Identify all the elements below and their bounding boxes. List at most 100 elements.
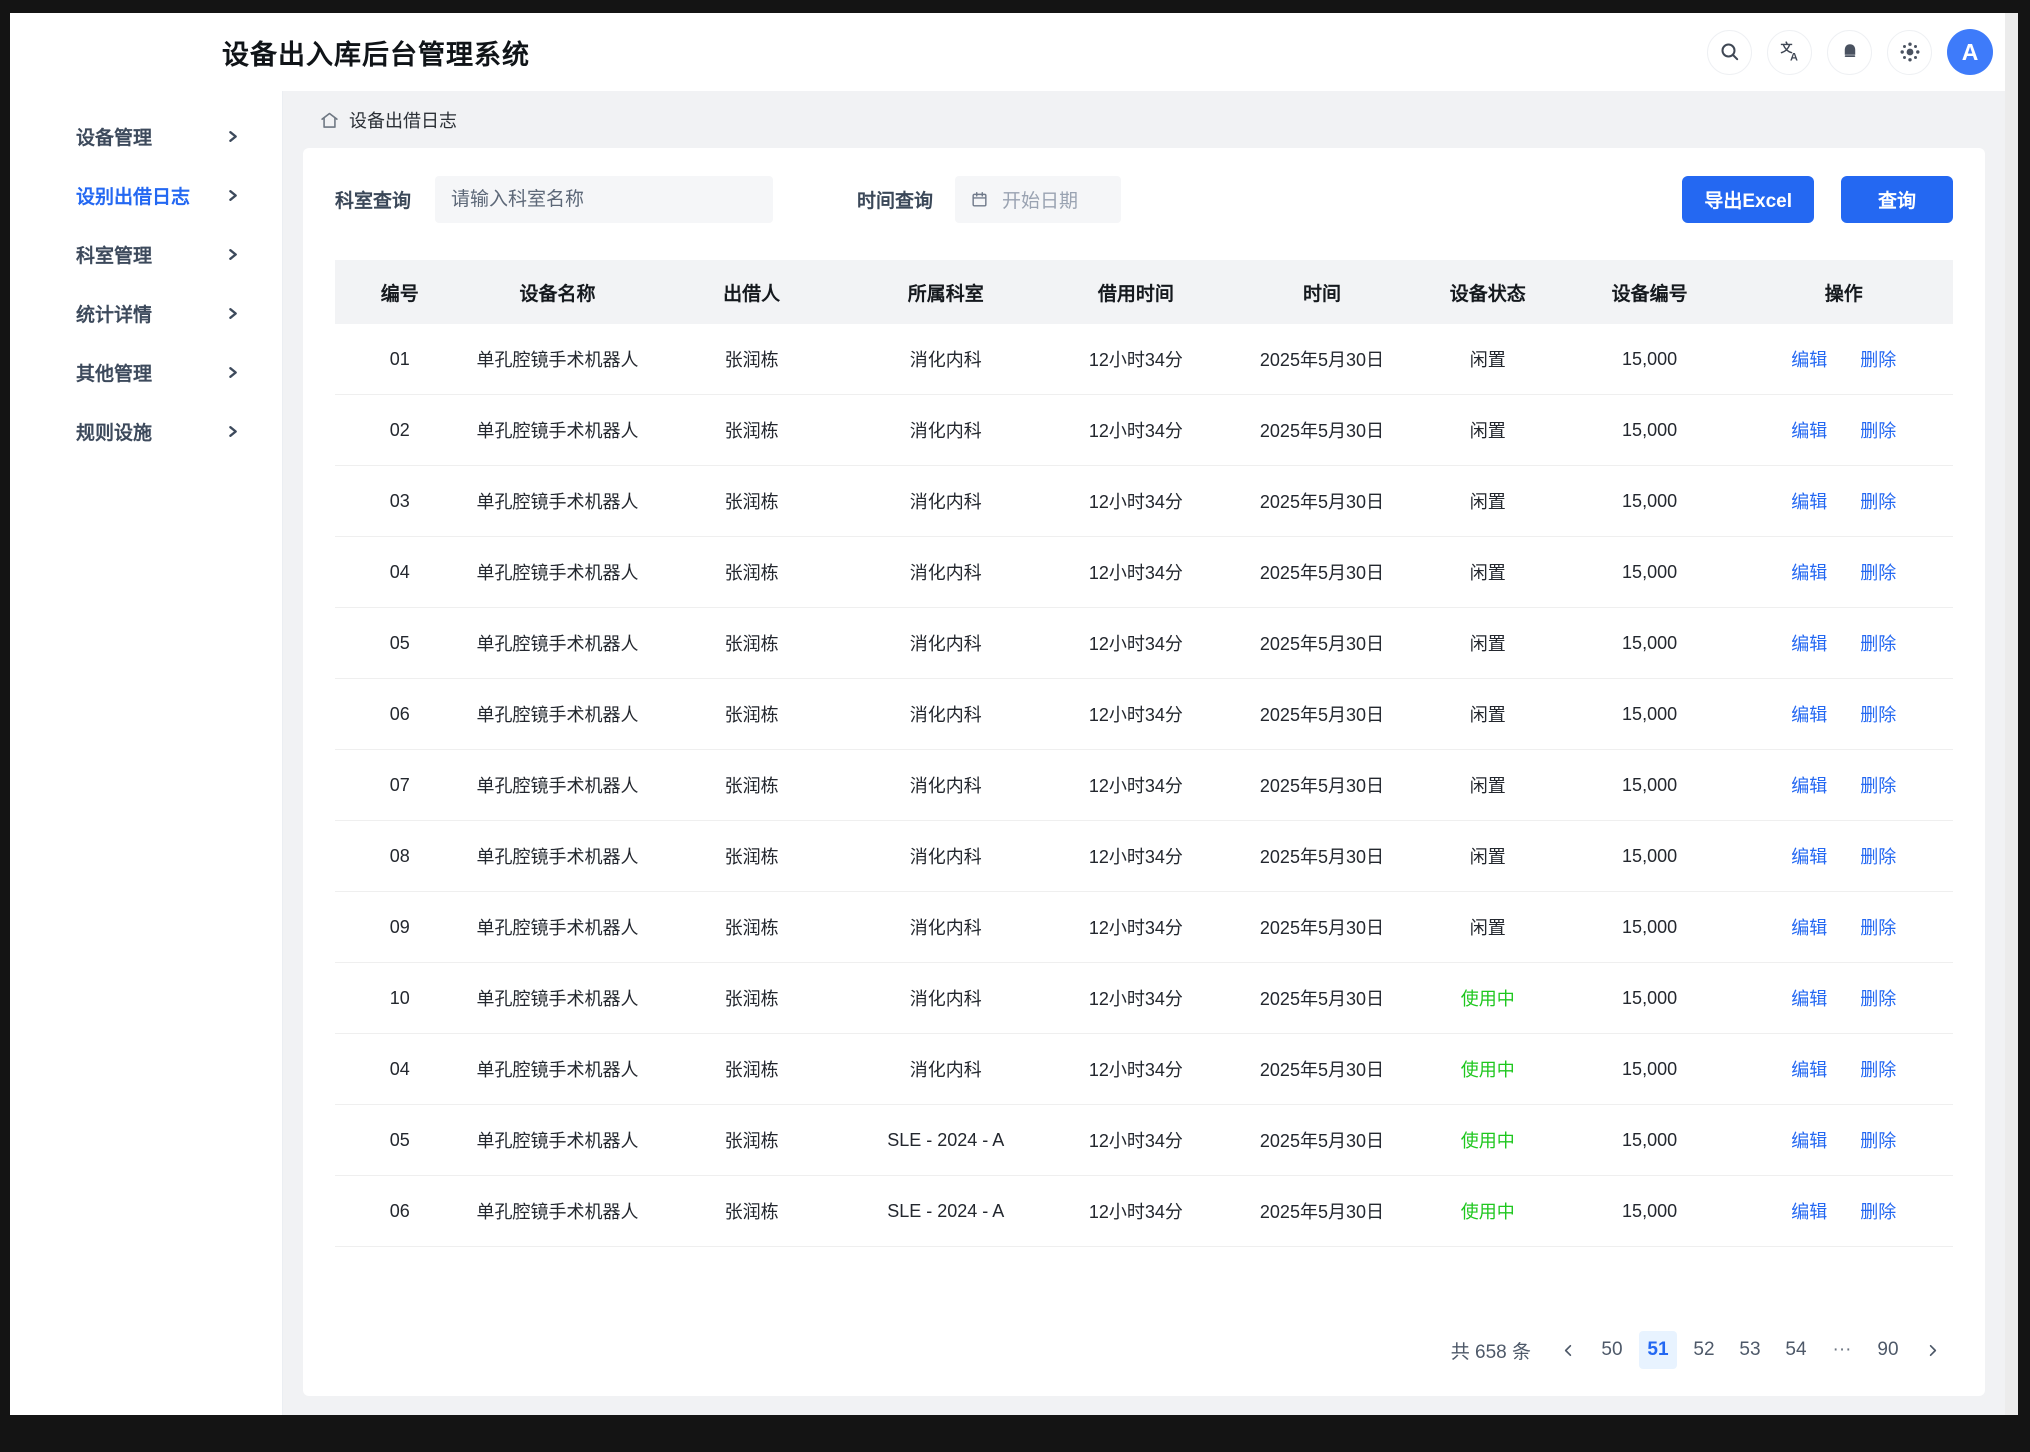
cell-borrower: 张润栋 xyxy=(651,1105,853,1176)
delete-link[interactable]: 删除 xyxy=(1860,776,1896,796)
delete-link[interactable]: 删除 xyxy=(1860,634,1896,654)
cell-borrow-duration: 12小时34分 xyxy=(1039,1034,1233,1105)
cell-device-status: 闲置 xyxy=(1411,679,1565,750)
cell-date: 2025年5月30日 xyxy=(1233,537,1411,608)
cell-device-status: 闲置 xyxy=(1411,324,1565,395)
delete-link[interactable]: 删除 xyxy=(1860,350,1896,370)
cell-borrow-duration: 12小时34分 xyxy=(1039,821,1233,892)
edit-link[interactable]: 编辑 xyxy=(1791,705,1827,725)
page-button[interactable]: 50 xyxy=(1593,1331,1631,1369)
cell-actions: 编辑 删除 xyxy=(1735,395,1953,466)
cell-device-status: 闲置 xyxy=(1411,750,1565,821)
table-row: 08 单孔腔镜手术机器人 张润栋 消化内科 12小时34分 2025年5月30日… xyxy=(335,821,1953,892)
cell-department: 消化内科 xyxy=(853,679,1039,750)
cell-date: 2025年5月30日 xyxy=(1233,750,1411,821)
cell-actions: 编辑 删除 xyxy=(1735,679,1953,750)
breadcrumb[interactable]: 设备出借日志 xyxy=(319,107,1985,133)
cell-borrower: 张润栋 xyxy=(651,963,853,1034)
cell-actions: 编辑 删除 xyxy=(1735,608,1953,679)
sidebar-item[interactable]: 统计详情 xyxy=(10,284,282,343)
sidebar-item[interactable]: 科室管理 xyxy=(10,225,282,284)
cell-date: 2025年5月30日 xyxy=(1233,395,1411,466)
delete-link[interactable]: 删除 xyxy=(1860,918,1896,938)
edit-link[interactable]: 编辑 xyxy=(1791,421,1827,441)
edit-link[interactable]: 编辑 xyxy=(1791,350,1827,370)
page-button[interactable]: 51 xyxy=(1639,1331,1677,1369)
edit-link[interactable]: 编辑 xyxy=(1791,1060,1827,1080)
delete-link[interactable]: 删除 xyxy=(1860,421,1896,441)
page-button[interactable]: 53 xyxy=(1731,1331,1769,1369)
user-avatar[interactable]: A xyxy=(1947,29,1993,75)
breadcrumb-label: 设备出借日志 xyxy=(349,107,457,133)
column-header: 设备状态 xyxy=(1411,260,1565,324)
cell-borrow-duration: 12小时34分 xyxy=(1039,750,1233,821)
edit-link[interactable]: 编辑 xyxy=(1791,492,1827,512)
page-button[interactable]: 90 xyxy=(1869,1331,1907,1369)
sidebar-item[interactable]: 设别出借日志 xyxy=(10,166,282,225)
theme-button[interactable] xyxy=(1887,30,1932,75)
sidebar-item-label: 科室管理 xyxy=(76,241,225,268)
main-content: 设备出借日志 科室查询 时间查询 xyxy=(283,91,2005,1415)
delete-link[interactable]: 删除 xyxy=(1860,1131,1896,1151)
page-button[interactable]: 54 xyxy=(1777,1331,1815,1369)
search-button[interactable] xyxy=(1707,30,1752,75)
cell-device-name: 单孔腔镜手术机器人 xyxy=(464,608,650,679)
column-header: 设备编号 xyxy=(1565,260,1735,324)
cell-no: 02 xyxy=(335,395,464,466)
cell-date: 2025年5月30日 xyxy=(1233,324,1411,395)
delete-link[interactable]: 删除 xyxy=(1860,1060,1896,1080)
start-date-picker[interactable]: 开始日期 xyxy=(955,176,1121,223)
cell-department: 消化内科 xyxy=(853,395,1039,466)
cell-borrower: 张润栋 xyxy=(651,750,853,821)
export-excel-button[interactable]: 导出Excel xyxy=(1682,176,1814,223)
edit-link[interactable]: 编辑 xyxy=(1791,989,1827,1009)
edit-link[interactable]: 编辑 xyxy=(1791,918,1827,938)
sidebar-item[interactable]: 规则设施 xyxy=(10,402,282,461)
search-icon xyxy=(1718,40,1742,64)
cell-borrow-duration: 12小时34分 xyxy=(1039,963,1233,1034)
delete-link[interactable]: 删除 xyxy=(1860,563,1896,583)
delete-link[interactable]: 删除 xyxy=(1860,847,1896,867)
notification-button[interactable] xyxy=(1827,30,1872,75)
sidebar-item[interactable]: 设备管理 xyxy=(10,107,282,166)
edit-link[interactable]: 编辑 xyxy=(1791,776,1827,796)
edit-link[interactable]: 编辑 xyxy=(1791,634,1827,654)
cell-device-name: 单孔腔镜手术机器人 xyxy=(464,892,650,963)
edit-link[interactable]: 编辑 xyxy=(1791,847,1827,867)
app-title: 设备出入库后台管理系统 xyxy=(222,33,530,72)
cell-borrow-duration: 12小时34分 xyxy=(1039,395,1233,466)
edit-link[interactable]: 编辑 xyxy=(1791,1131,1827,1151)
translate-button[interactable]: 文 A xyxy=(1767,30,1812,75)
cell-actions: 编辑 删除 xyxy=(1735,466,1953,537)
edit-link[interactable]: 编辑 xyxy=(1791,563,1827,583)
next-page-button[interactable] xyxy=(1915,1331,1949,1369)
cell-no: 01 xyxy=(335,324,464,395)
cell-no: 03 xyxy=(335,466,464,537)
cell-device-code: 15,000 xyxy=(1565,1176,1735,1247)
query-button[interactable]: 查询 xyxy=(1841,176,1953,223)
start-date-placeholder: 开始日期 xyxy=(1002,186,1078,213)
app-window: 设备出入库后台管理系统 文 A xyxy=(10,13,2005,1415)
edit-link[interactable]: 编辑 xyxy=(1791,1202,1827,1222)
delete-link[interactable]: 删除 xyxy=(1860,492,1896,512)
table-row: 06 单孔腔镜手术机器人 张润栋 消化内科 12小时34分 2025年5月30日… xyxy=(335,679,1953,750)
cell-device-code: 15,000 xyxy=(1565,395,1735,466)
prev-page-button[interactable] xyxy=(1551,1331,1585,1369)
delete-link[interactable]: 删除 xyxy=(1860,1202,1896,1222)
sidebar-item[interactable]: 其他管理 xyxy=(10,343,282,402)
cell-device-name: 单孔腔镜手术机器人 xyxy=(464,466,650,537)
cell-borrower: 张润栋 xyxy=(651,466,853,537)
window-scrollbar[interactable] xyxy=(2005,13,2018,1415)
cell-borrower: 张润栋 xyxy=(651,1034,853,1105)
cell-device-status: 闲置 xyxy=(1411,892,1565,963)
cell-date: 2025年5月30日 xyxy=(1233,466,1411,537)
cell-department: 消化内科 xyxy=(853,892,1039,963)
delete-link[interactable]: 删除 xyxy=(1860,989,1896,1009)
cell-borrow-duration: 12小时34分 xyxy=(1039,466,1233,537)
cell-department: 消化内科 xyxy=(853,537,1039,608)
delete-link[interactable]: 删除 xyxy=(1860,705,1896,725)
table-row: 07 单孔腔镜手术机器人 张润栋 消化内科 12小时34分 2025年5月30日… xyxy=(335,750,1953,821)
dept-search-input[interactable] xyxy=(435,176,773,223)
cell-actions: 编辑 删除 xyxy=(1735,1105,1953,1176)
page-button[interactable]: 52 xyxy=(1685,1331,1723,1369)
